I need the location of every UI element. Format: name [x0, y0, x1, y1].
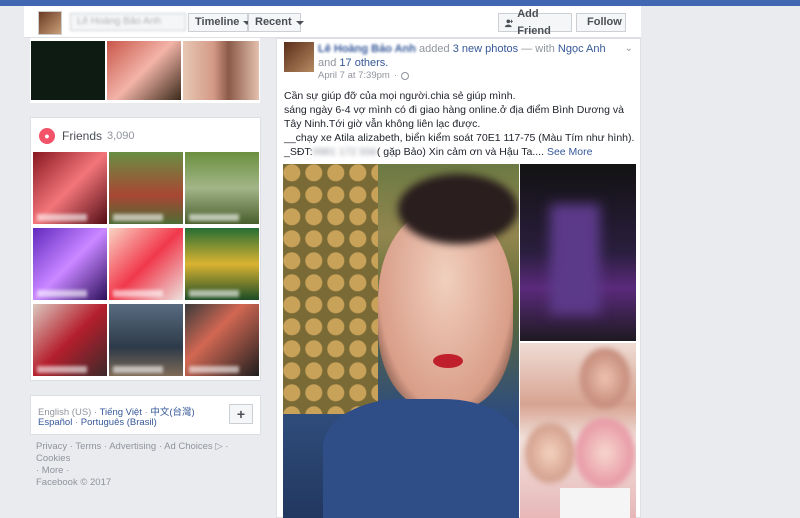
photo-thumbnail[interactable]	[30, 40, 106, 101]
profile-avatar[interactable]	[38, 11, 62, 35]
post-author-avatar[interactable]	[284, 42, 314, 72]
language-selector-card: English (US) · Tiếng Việt · 中文(台灣) Españ…	[30, 395, 261, 435]
post-time-link[interactable]: April 7 at 7:39pm	[318, 70, 390, 81]
friends-icon: ●	[39, 128, 55, 144]
timeline-label: Timeline	[195, 16, 240, 28]
friend-tile[interactable]	[109, 152, 183, 224]
post-text-line: Tây Ninh.Tới giờ vẫn không liên lạc được…	[284, 118, 481, 130]
follow-label: Follow	[587, 16, 622, 28]
post-body: Cần sự giúp đỡ của mọi người.chia sẻ giú…	[284, 89, 636, 159]
timeline-dropdown[interactable]: Timeline	[188, 13, 252, 32]
photos-link[interactable]: 3 new photos	[453, 43, 518, 55]
recent-dropdown[interactable]: Recent	[248, 13, 304, 32]
friend-tile[interactable]	[33, 228, 107, 300]
tagged-friend-link[interactable]: Ngọc Anh	[558, 43, 606, 55]
language-line-1: English (US) · Tiếng Việt · 中文(台灣)	[38, 407, 195, 418]
friend-tile[interactable]	[185, 152, 259, 224]
post-photo-main[interactable]	[283, 164, 519, 518]
post-photo-baby[interactable]	[520, 343, 636, 518]
chevron-down-icon	[295, 20, 304, 25]
language-link[interactable]: Português (Brasil)	[81, 417, 157, 428]
photo-thumbnail[interactable]	[182, 40, 260, 101]
post-photo-scooter[interactable]	[520, 164, 636, 341]
footer-links-line[interactable]: Privacy · Terms · Advertising · Ad Choic…	[36, 441, 261, 465]
friend-tile[interactable]	[33, 304, 107, 376]
friend-tile[interactable]	[109, 228, 183, 300]
friend-tile[interactable]	[33, 152, 107, 224]
post-author-name[interactable]: Lê Hoàng Bảo Anh	[318, 43, 416, 55]
add-friend-button[interactable]: Add Friend	[498, 8, 572, 37]
add-friend-icon	[505, 19, 514, 27]
globe-icon	[401, 71, 409, 80]
timeline-post: Lê Hoàng Bảo Anh added 3 new photos — wi…	[276, 38, 641, 518]
friend-tile[interactable]	[185, 228, 259, 300]
language-line-2: Español · Português (Brasil)	[38, 417, 157, 428]
friends-count: 3,090	[107, 130, 135, 142]
footer-copyright: Facebook © 2017	[36, 477, 112, 488]
friend-tile[interactable]	[109, 304, 183, 376]
follow-button[interactable]: Follow	[576, 13, 626, 32]
footer-links: Privacy · Terms · Advertising · Ad Choic…	[36, 441, 261, 489]
post-text-line: __chạy xe Atila alizabeth, biển kiểm soá…	[284, 132, 635, 144]
photos-preview-strip	[30, 38, 260, 103]
footer-more-link[interactable]: · More ·	[36, 465, 261, 477]
tagged-others-link[interactable]: 17 others.	[339, 57, 388, 69]
add-language-button[interactable]: +	[229, 404, 253, 424]
phone-number: 0981 172 556	[312, 146, 377, 158]
see-more-link[interactable]: See More	[547, 146, 593, 158]
post-text-line: Cần sự giúp đỡ của mọi người.chia sẻ giú…	[284, 90, 516, 102]
post-text-line: _SĐT:0981 172 556( gặp Bảo) Xin cảm ơn v…	[284, 146, 593, 158]
profile-header-bar: Lê Hoàng Bảo Anh Timeline Recent Add Fri…	[24, 6, 641, 38]
language-link[interactable]: 中文(台灣)	[150, 407, 194, 418]
post-header: Lê Hoàng Bảo Anh added 3 new photos — wi…	[318, 43, 606, 69]
friends-card: ● Friends 3,090	[30, 117, 261, 381]
photo-thumbnail[interactable]	[106, 40, 182, 101]
post-timestamp: April 7 at 7:39pm ·	[318, 70, 409, 81]
recent-label: Recent	[255, 16, 292, 28]
chevron-down-icon[interactable]: ⌄	[625, 43, 633, 54]
profile-name-link[interactable]: Lê Hoàng Bảo Anh	[70, 13, 186, 31]
post-text-line: sáng ngày 6-4 vợ mình có đi giao hàng on…	[284, 104, 624, 116]
friend-tile[interactable]	[185, 304, 259, 376]
friends-title[interactable]: Friends	[62, 129, 102, 143]
language-link[interactable]: Español	[38, 417, 72, 428]
add-friend-label: Add Friend	[517, 7, 551, 37]
